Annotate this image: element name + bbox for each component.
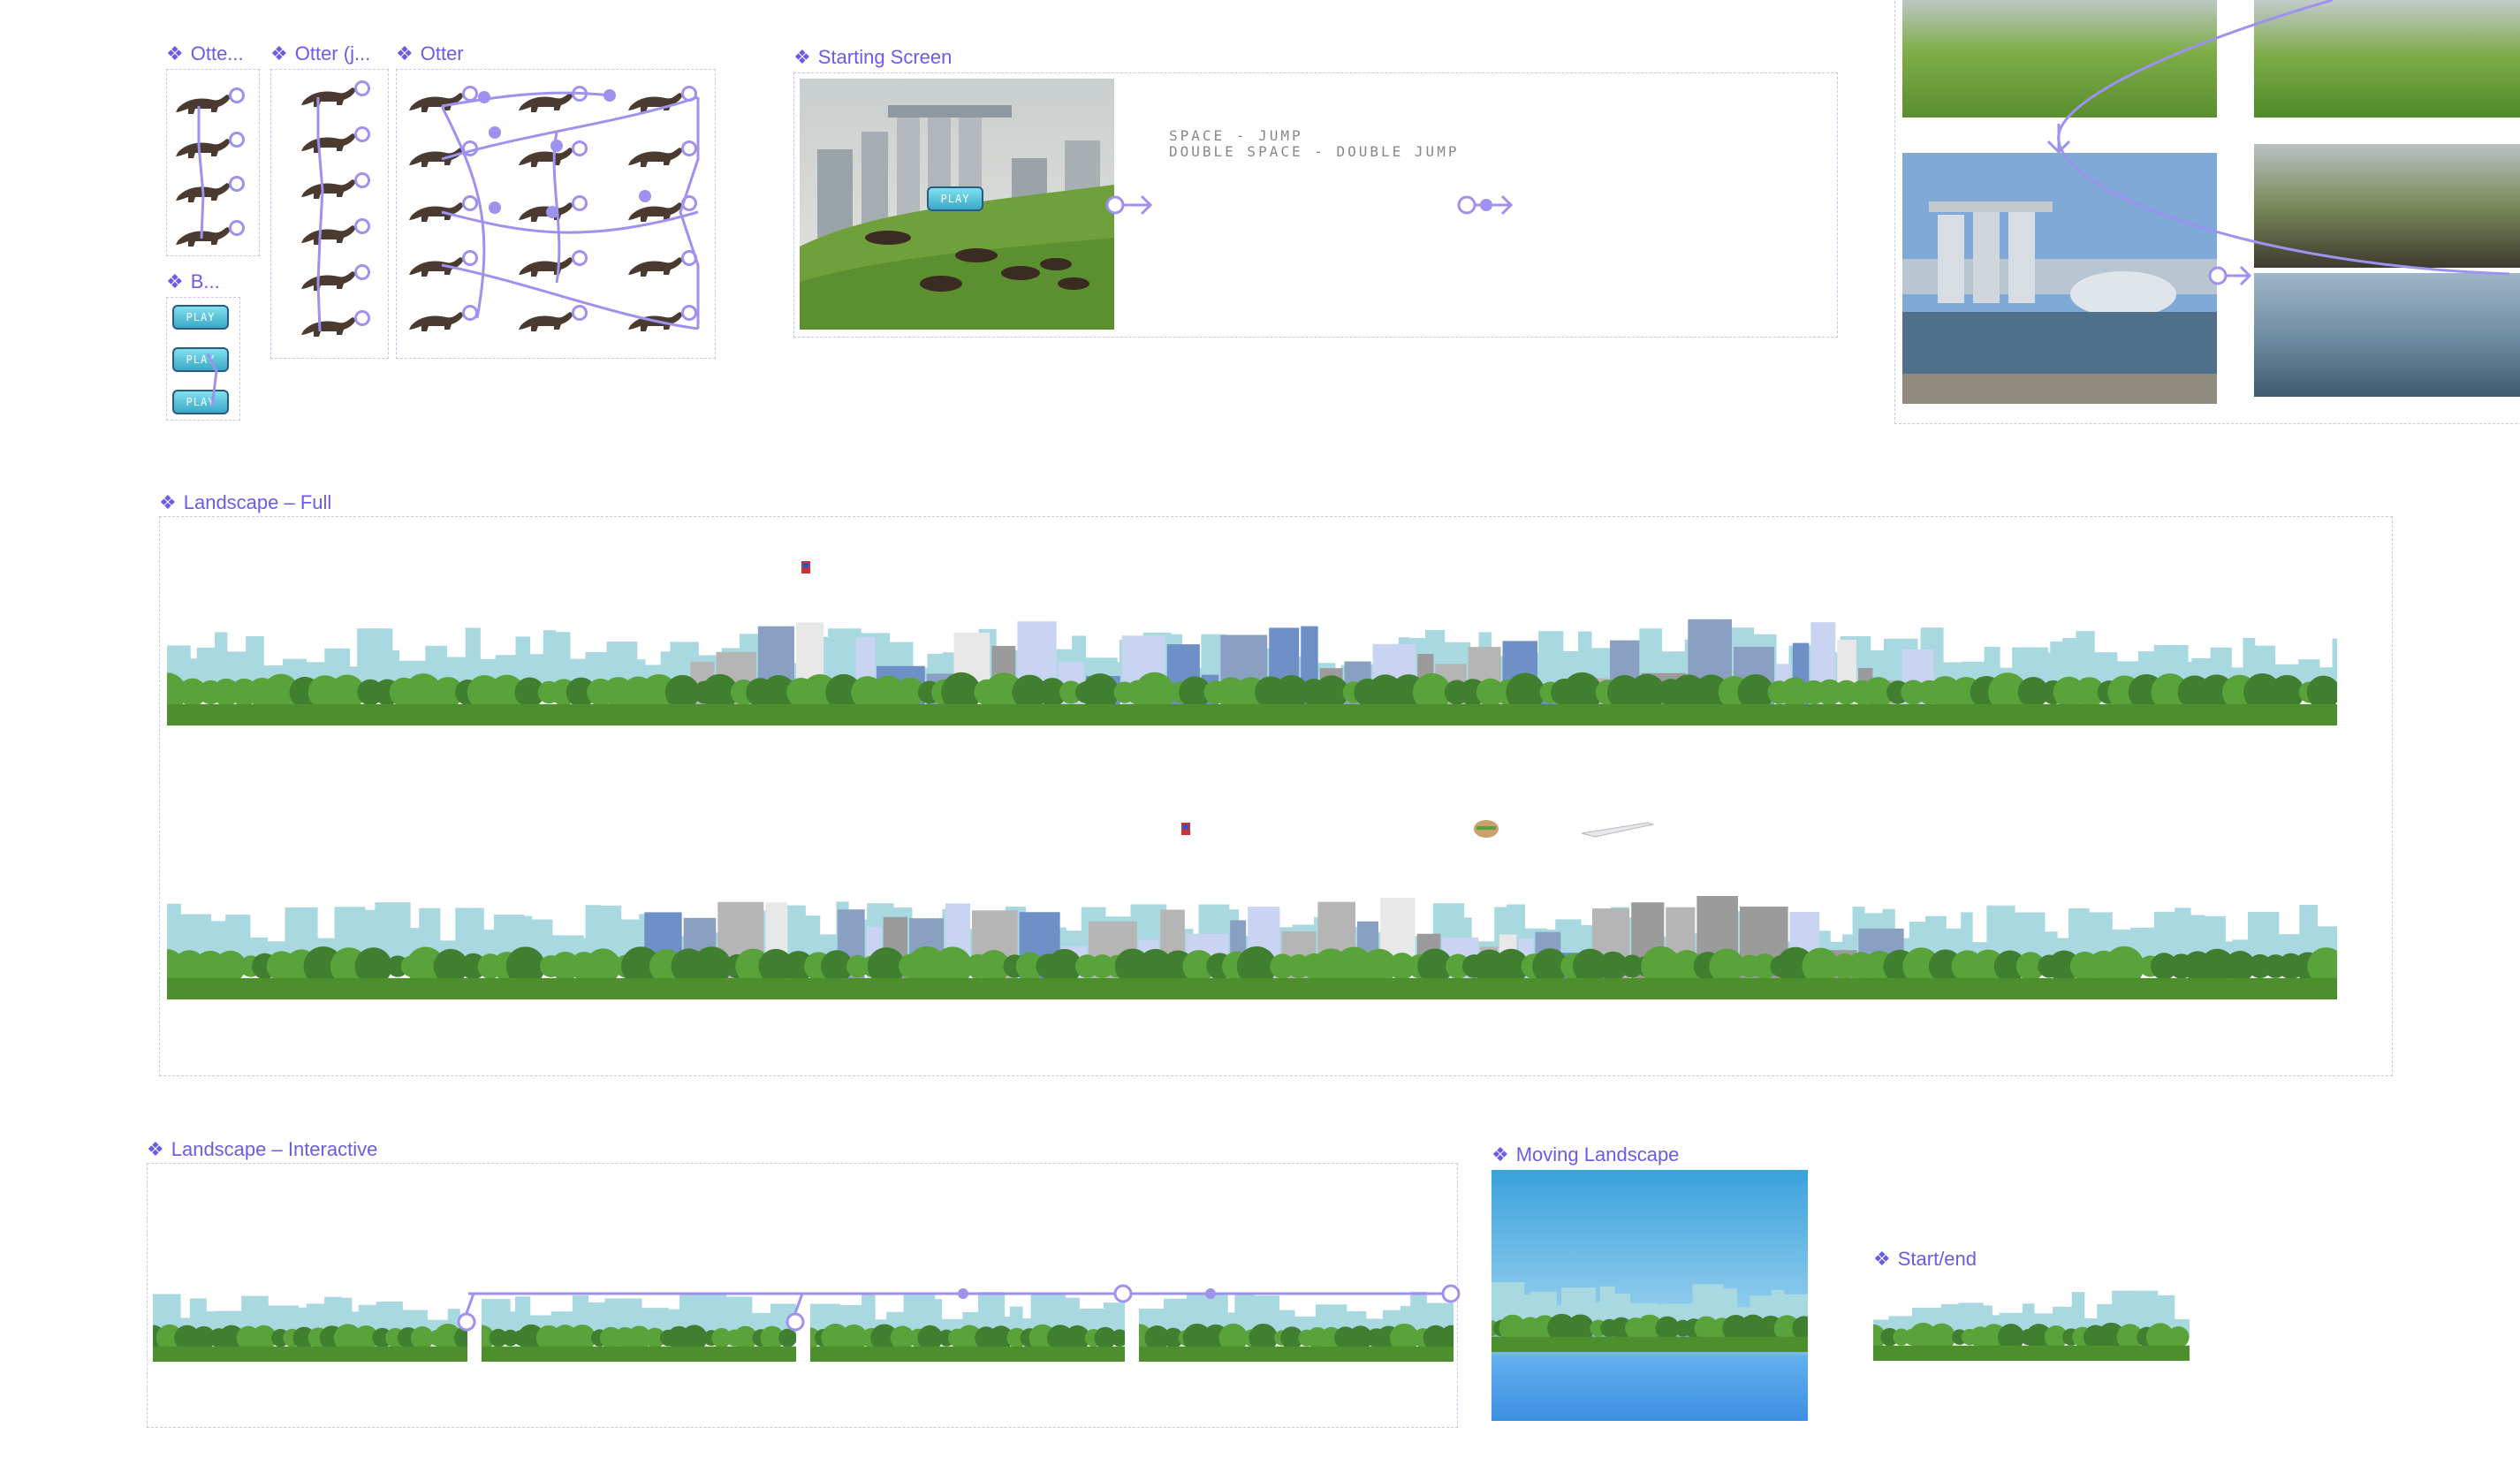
moodboard-connectors — [2046, 0, 2510, 286]
starting-screen-connectors — [1105, 194, 1514, 216]
skyline-strip-top — [167, 607, 2337, 725]
landscape-full-frame[interactable] — [159, 516, 2393, 1076]
starting-screen-image: PLAY — [800, 79, 1114, 330]
food-sprite-icon — [1474, 820, 1499, 838]
airplane-icon — [1581, 822, 1655, 838]
frame-label-moving-landscape[interactable]: ❖ Moving Landscape — [1492, 1143, 1679, 1166]
marker-sprite-icon — [1181, 823, 1190, 835]
marker-sprite-icon — [801, 561, 810, 573]
frame-title: Moving Landscape — [1515, 1143, 1680, 1166]
frame-title: Landscape – Full — [183, 491, 332, 513]
component-icon: ❖ — [147, 1138, 164, 1160]
start-end-landscape[interactable] — [1873, 1276, 2190, 1361]
interactive-connectors — [457, 1284, 1461, 1332]
component-icon: ❖ — [1492, 1143, 1509, 1166]
skyline-strip-bottom — [167, 881, 2337, 999]
moving-landscape-frame[interactable] — [1492, 1170, 1808, 1421]
water-band — [1492, 1355, 1808, 1421]
moving-landscape-strip — [1492, 1267, 1808, 1352]
frame-label-landscape-interactive[interactable]: ❖ Landscape – Interactive — [147, 1138, 377, 1161]
frame-label-start-end[interactable]: ❖ Start/end — [1873, 1248, 1977, 1271]
play-button[interactable]: PLAY — [927, 186, 983, 211]
frame-label-landscape-full[interactable]: ❖ Landscape – Full — [159, 491, 331, 514]
frame-title: Starting Screen — [817, 46, 953, 68]
frame-label-starting-screen[interactable]: ❖ Starting Screen — [793, 46, 952, 69]
frame-title: Start/end — [1897, 1248, 1977, 1270]
component-icon: ❖ — [1873, 1248, 1891, 1270]
component-icon: ❖ — [793, 46, 811, 68]
frame-title: Landscape – Interactive — [171, 1138, 378, 1160]
sprite-connectors — [197, 89, 700, 407]
instruction-double-jump: DOUBLE SPACE - DOUBLE JUMP — [1169, 143, 1460, 160]
component-icon: ❖ — [159, 491, 177, 513]
instruction-jump: SPACE - JUMP — [1169, 127, 1303, 144]
landscape-variant-1[interactable] — [153, 1277, 467, 1362]
